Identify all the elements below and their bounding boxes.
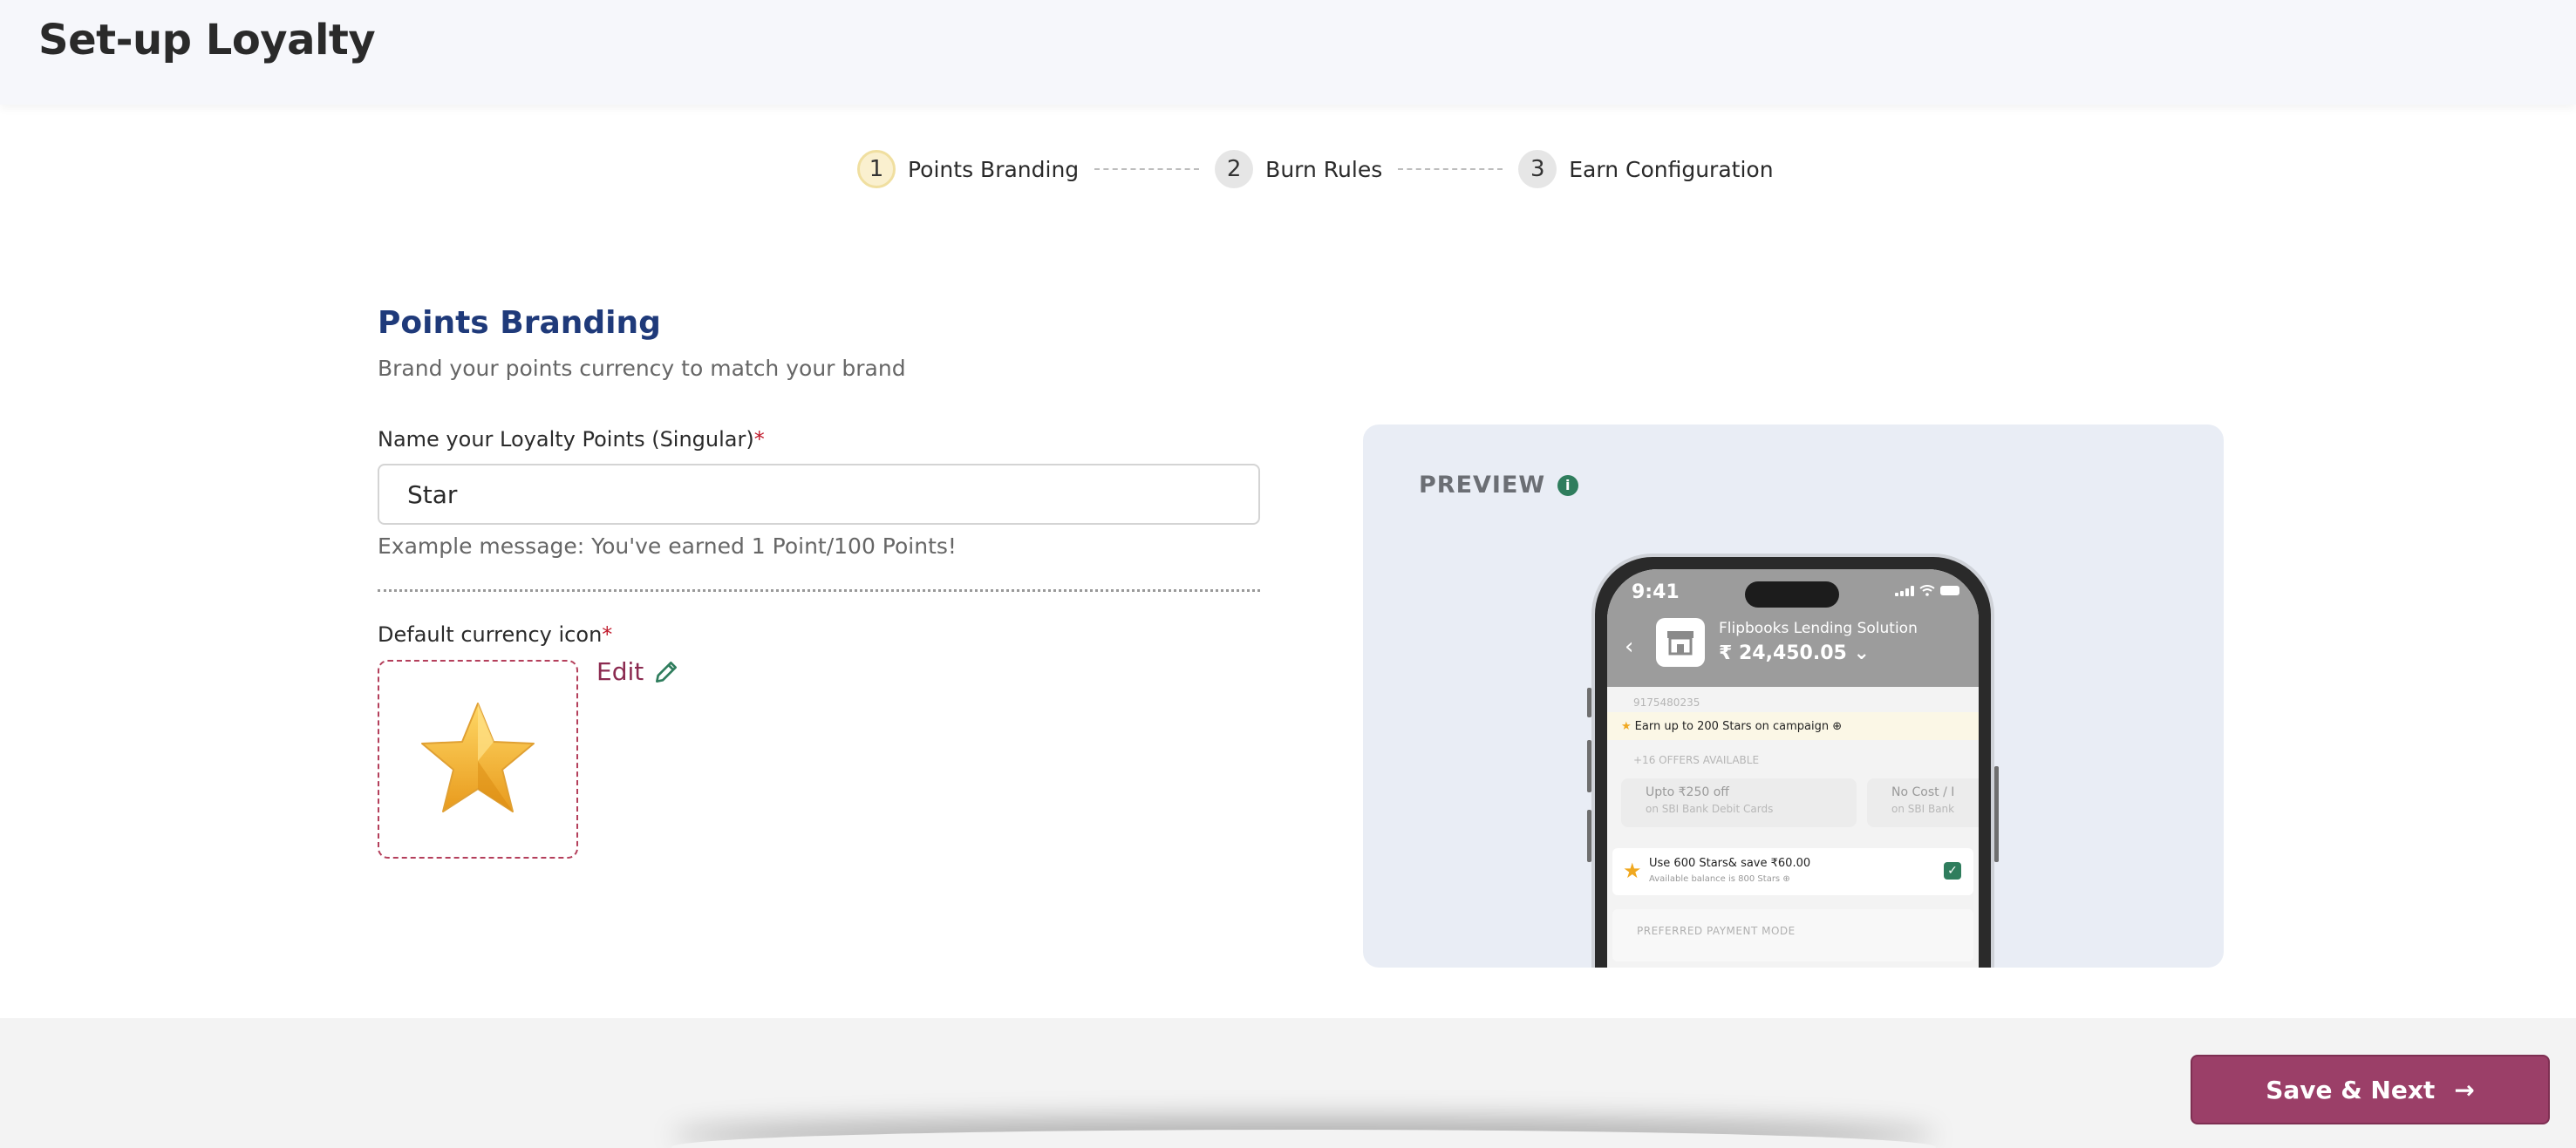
edit-label: Edit xyxy=(596,657,644,686)
info-icon[interactable]: i xyxy=(1557,474,1579,496)
burn-stars-row[interactable]: ★ Use 600 Stars& save ₹60.00 Available b… xyxy=(1612,848,1973,895)
step-burn-rules[interactable]: 2 Burn Rules xyxy=(1215,150,1382,188)
offer-title: No Cost / I xyxy=(1891,785,1955,799)
stepper: 1 Points Branding 2 Burn Rules 3 Earn Co… xyxy=(857,148,1774,190)
step-number: 1 xyxy=(857,150,896,188)
campaign-text: Earn up to 200 Stars on campaign ⊕ xyxy=(1634,719,1843,733)
step-label: Earn Configuration xyxy=(1569,156,1774,182)
wifi-icon xyxy=(1919,585,1935,596)
required-mark: * xyxy=(753,427,765,452)
step-earn-configuration[interactable]: 3 Earn Configuration xyxy=(1518,150,1774,188)
dynamic-island xyxy=(1745,581,1839,608)
preview-panel: PREVIEW i 9:41 ‹ Flipbooks Lending Solut xyxy=(1363,425,2224,968)
pencil-icon xyxy=(656,661,678,683)
small-star-icon: ★ xyxy=(1623,859,1642,883)
phone-side-button xyxy=(1587,740,1591,792)
required-mark: * xyxy=(602,622,613,647)
save-next-button[interactable]: Save & Next → xyxy=(2191,1055,2550,1124)
status-time: 9:41 xyxy=(1632,581,1680,603)
amount: ₹ 24,450.05 ⌄ xyxy=(1719,642,1870,664)
section-title: Points Branding xyxy=(378,305,661,341)
icon-label-text: Default currency icon xyxy=(378,622,603,647)
checkbox-checked-icon[interactable]: ✓ xyxy=(1944,862,1961,880)
footer-bar: Save & Next → xyxy=(0,1018,2576,1148)
campaign-banner: ★ Earn up to 200 Stars on campaign ⊕ xyxy=(1607,712,1979,740)
dotted-divider xyxy=(378,589,1260,592)
step-label: Points Branding xyxy=(908,156,1080,182)
phone-number: 9175480235 xyxy=(1633,696,1700,709)
phone-side-button xyxy=(1587,688,1591,717)
star-icon xyxy=(421,703,535,812)
example-message: Example message: You've earned 1 Point/1… xyxy=(378,533,957,559)
offer-card[interactable]: No Cost / I on SBI Bank xyxy=(1867,778,1979,827)
edit-icon-link[interactable]: Edit xyxy=(596,657,680,686)
footer-shadow xyxy=(671,1130,1936,1148)
offer-title: Upto ₹250 off xyxy=(1646,785,1729,799)
step-number: 3 xyxy=(1518,150,1557,188)
phone-mockup: 9:41 ‹ Flipbooks Lending Solution ₹ 24,4… xyxy=(1587,554,1999,968)
back-chevron-icon[interactable]: ‹ xyxy=(1625,634,1633,660)
currency-icon-box[interactable] xyxy=(378,660,578,859)
step-connector xyxy=(1398,168,1503,170)
offers-count: +16 OFFERS AVAILABLE xyxy=(1633,754,1760,766)
save-next-label: Save & Next xyxy=(2266,1075,2436,1104)
phone-side-button xyxy=(1994,766,1999,862)
section-subtitle: Brand your points currency to match your… xyxy=(378,356,906,381)
name-label-text: Name your Loyalty Points (Singular) xyxy=(378,427,754,452)
step-points-branding[interactable]: 1 Points Branding xyxy=(857,150,1079,188)
battery-icon xyxy=(1940,586,1959,595)
step-number: 2 xyxy=(1215,150,1254,188)
burn-title: Use 600 Stars& save ₹60.00 xyxy=(1649,857,1811,870)
step-connector xyxy=(1094,168,1200,170)
offer-subtitle: on SBI Bank Debit Cards xyxy=(1646,803,1774,815)
loyalty-name-input[interactable] xyxy=(378,464,1260,525)
merchant-name: Flipbooks Lending Solution xyxy=(1719,620,1918,637)
signal-icon xyxy=(1895,585,1914,596)
offer-card[interactable]: Upto ₹250 off on SBI Bank Debit Cards xyxy=(1621,778,1857,827)
page-header: Set-up Loyalty xyxy=(0,0,2576,105)
small-star-icon: ★ xyxy=(1621,719,1632,733)
offer-subtitle: on SBI Bank xyxy=(1891,803,1955,815)
phone-side-button xyxy=(1587,810,1591,862)
icon-field-label: Default currency icon* xyxy=(378,622,612,647)
status-icons xyxy=(1895,585,1959,596)
arrow-right-icon: → xyxy=(2454,1075,2475,1104)
burn-subtitle: Available balance is 800 Stars ⊕ xyxy=(1649,874,1790,884)
preview-title: PREVIEW i xyxy=(1419,472,1579,499)
preview-title-text: PREVIEW xyxy=(1419,472,1546,499)
phone-header: 9:41 ‹ Flipbooks Lending Solution ₹ 24,4… xyxy=(1607,569,1979,687)
phone-screen: 9:41 ‹ Flipbooks Lending Solution ₹ 24,4… xyxy=(1607,569,1979,968)
preferred-payment-mode: PREFERRED PAYMENT MODE xyxy=(1612,909,1973,961)
name-field-label: Name your Loyalty Points (Singular)* xyxy=(378,427,765,452)
store-icon xyxy=(1656,618,1705,667)
page-title: Set-up Loyalty xyxy=(38,16,376,65)
step-label: Burn Rules xyxy=(1265,156,1383,182)
